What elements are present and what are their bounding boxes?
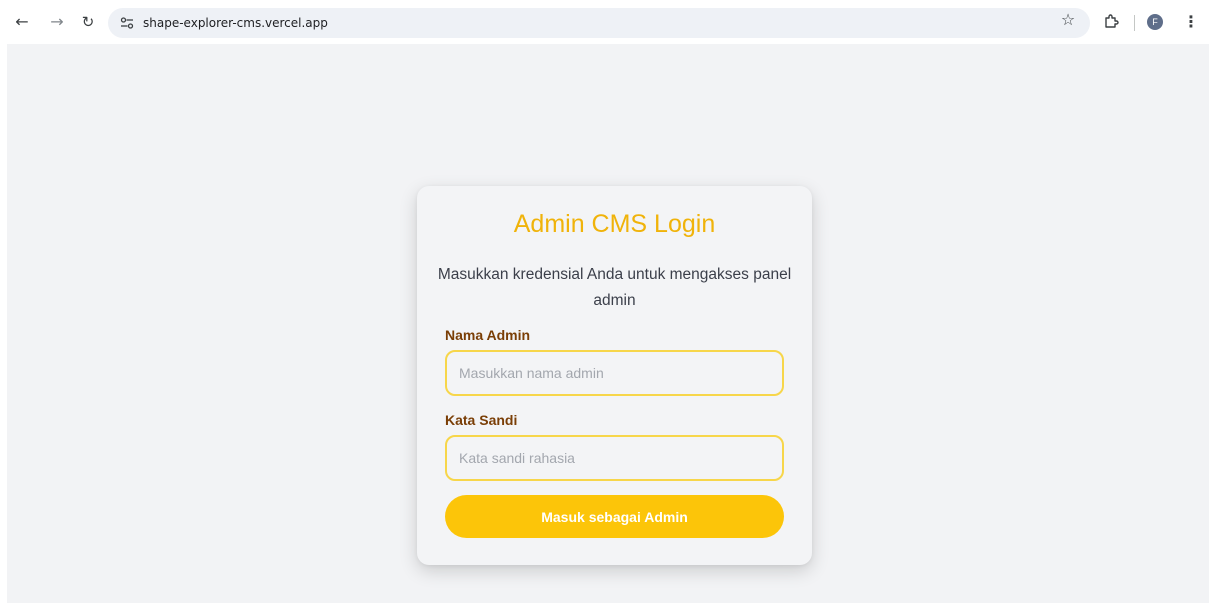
site-info-icon[interactable] xyxy=(120,16,134,30)
more-menu-icon[interactable]: ⋮ xyxy=(1183,12,1199,32)
login-card: Admin CMS Login Masukkan kredensial Anda… xyxy=(417,186,812,565)
browser-toolbar: ← → ↻ shape-explorer-cms.vercel.app ☆ F … xyxy=(0,0,1209,44)
extensions-icon[interactable] xyxy=(1103,13,1119,29)
password-input[interactable] xyxy=(445,435,784,481)
arrow-left-icon[interactable]: ← xyxy=(12,12,32,32)
password-label: Kata Sandi xyxy=(445,412,518,428)
arrow-right-icon[interactable]: → xyxy=(47,12,67,32)
page-viewport: Admin CMS Login Masukkan kredensial Anda… xyxy=(7,44,1209,603)
page-title: Admin CMS Login xyxy=(513,210,716,238)
reload-icon[interactable]: ↻ xyxy=(78,12,98,32)
login-submit-button[interactable]: Masuk sebagai Admin xyxy=(445,495,784,538)
profile-avatar[interactable]: F xyxy=(1147,14,1163,30)
bookmark-star-icon[interactable]: ☆ xyxy=(1059,11,1077,29)
admin-name-input[interactable] xyxy=(445,350,784,396)
address-bar[interactable]: shape-explorer-cms.vercel.app xyxy=(108,8,1090,38)
url-text[interactable]: shape-explorer-cms.vercel.app xyxy=(143,16,328,30)
login-subtitle: Masukkan kredensial Anda untuk mengakses… xyxy=(437,266,792,309)
admin-name-label: Nama Admin xyxy=(445,327,531,343)
toolbar-divider xyxy=(1134,15,1135,31)
